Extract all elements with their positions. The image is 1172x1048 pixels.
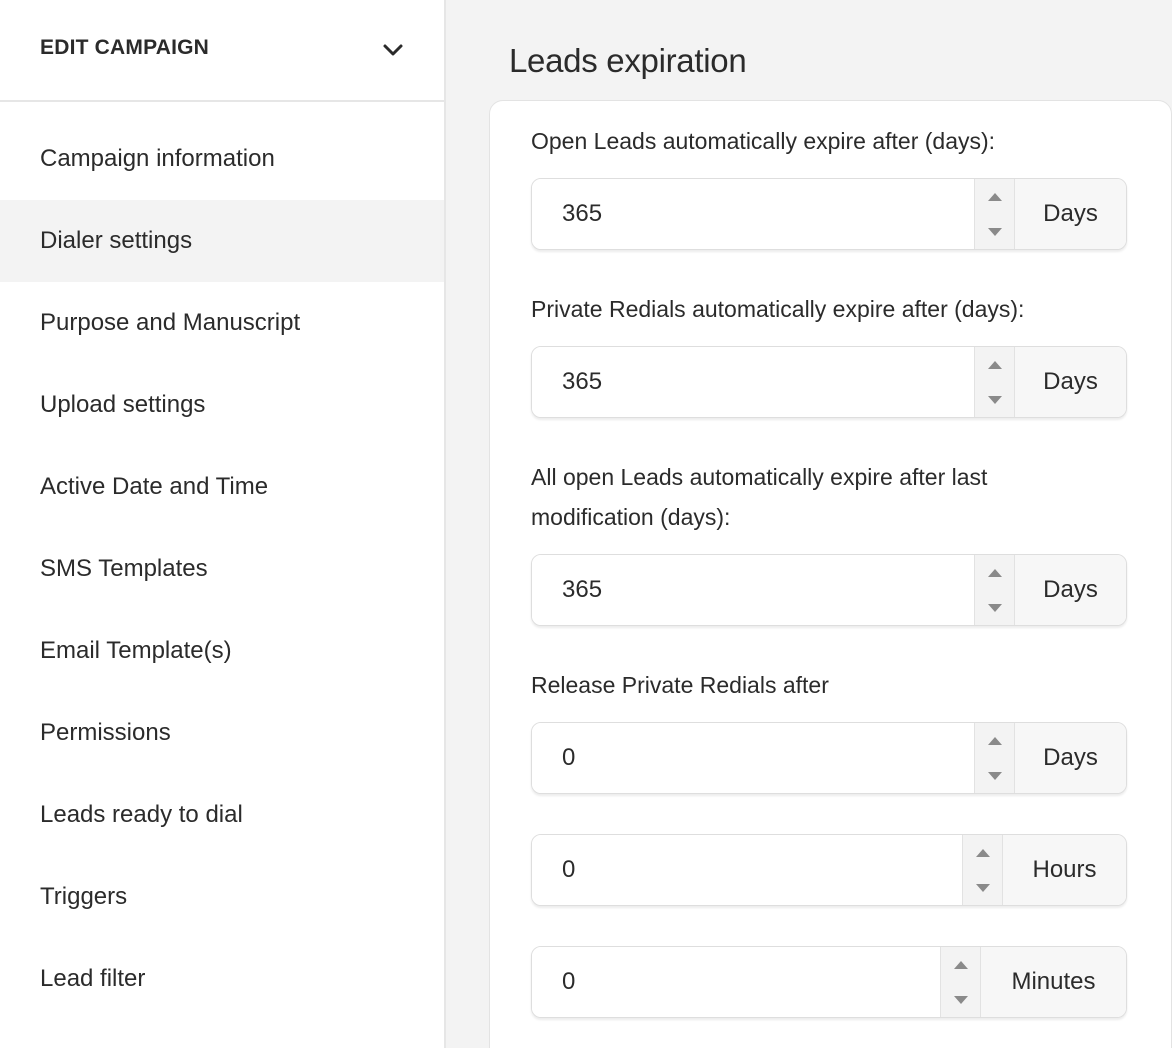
release-days-input-group: 0 Days (531, 722, 1127, 794)
private-redials-expire-input[interactable]: 365 (532, 347, 974, 417)
release-private-redials-label: Release Private Redials after (531, 672, 829, 698)
release-days-input[interactable]: 0 (532, 723, 974, 793)
all-open-leads-expire-label-line2: modification (days): (531, 504, 731, 530)
number-spinner (974, 179, 1014, 249)
all-open-leads-expire-label-line1: All open Leads automatically expire afte… (531, 464, 988, 490)
sidebar-item-label: SMS Templates (40, 555, 208, 582)
open-leads-expire-input[interactable]: 365 (532, 179, 974, 249)
release-hours-input-group: 0 Hours (531, 834, 1127, 906)
unit-addon: Days (1014, 723, 1126, 793)
caret-down-icon (987, 395, 1002, 404)
increment-button[interactable] (941, 947, 980, 982)
unit-addon: Days (1014, 347, 1126, 417)
section-title: Leads expiration (509, 42, 747, 79)
increment-button[interactable] (975, 555, 1014, 590)
sidebar-item-label: Dialer settings (40, 227, 193, 254)
all-open-leads-expire-input[interactable]: 365 (532, 555, 974, 625)
private-redials-expire-input-group: 365 Days (531, 346, 1127, 418)
caret-up-icon (987, 736, 1002, 745)
decrement-button[interactable] (963, 870, 1002, 905)
number-spinner (974, 347, 1014, 417)
number-spinner (940, 947, 980, 1017)
sidebar-item-label: Triggers (40, 883, 128, 910)
edit-campaign-dropdown[interactable]: EDIT CAMPAIGN (0, 0, 444, 102)
caret-up-icon (953, 960, 968, 969)
release-hours-input[interactable]: 0 (532, 835, 962, 905)
caret-up-icon (987, 192, 1002, 201)
unit-addon: Days (1014, 555, 1126, 625)
sidebar-item-active-date-and-time[interactable]: Active Date and Time (0, 446, 444, 528)
increment-button[interactable] (975, 723, 1014, 758)
caret-down-icon (953, 995, 968, 1004)
increment-button[interactable] (975, 179, 1014, 214)
unit-addon: Days (1014, 179, 1126, 249)
open-leads-expire-label: Open Leads automatically expire after (d… (531, 128, 996, 154)
release-minutes-input[interactable]: 0 (532, 947, 940, 1017)
decrement-button[interactable] (975, 214, 1014, 249)
sidebar-item-label: Active Date and Time (40, 473, 269, 500)
decrement-button[interactable] (941, 982, 980, 1017)
unit-addon: Hours (1002, 835, 1126, 905)
chevron-down-icon[interactable] (382, 43, 404, 57)
sidebar-item-label: Purpose and Manuscript (40, 309, 301, 336)
unit-addon: Minutes (980, 947, 1126, 1017)
sidebar-item-sms-templates[interactable]: SMS Templates (0, 528, 444, 610)
sidebar-item-purpose-and-manuscript[interactable]: Purpose and Manuscript (0, 282, 444, 364)
leads-expiration-card: Open Leads automatically expire after (d… (489, 100, 1172, 1048)
sidebar-item-upload-settings[interactable]: Upload settings (0, 364, 444, 446)
sidebar-item-campaign-information[interactable]: Campaign information (0, 118, 444, 200)
sidebar-item-label: Campaign information (40, 145, 275, 172)
sidebar: EDIT CAMPAIGN Campaign information Diale… (0, 0, 446, 1048)
main-content: Leads expiration Open Leads automaticall… (448, 0, 1172, 1048)
open-leads-expire-input-group: 365 Days (531, 178, 1127, 250)
caret-down-icon (987, 771, 1002, 780)
decrement-button[interactable] (975, 382, 1014, 417)
number-spinner (974, 723, 1014, 793)
increment-button[interactable] (975, 347, 1014, 382)
release-minutes-input-group: 0 Minutes (531, 946, 1127, 1018)
decrement-button[interactable] (975, 590, 1014, 625)
increment-button[interactable] (963, 835, 1002, 870)
sidebar-item-label: Upload settings (40, 391, 206, 418)
private-redials-expire-label: Private Redials automatically expire aft… (531, 296, 1025, 322)
caret-down-icon (987, 227, 1002, 236)
sidebar-item-label: Leads ready to dial (40, 801, 243, 828)
sidebar-item-leads-ready-to-dial[interactable]: Leads ready to dial (0, 774, 444, 856)
number-spinner (962, 835, 1002, 905)
caret-up-icon (987, 360, 1002, 369)
caret-down-icon (987, 603, 1002, 612)
caret-up-icon (987, 568, 1002, 577)
sidebar-item-label: Email Template(s) (40, 637, 232, 664)
sidebar-item-lead-filter[interactable]: Lead filter (0, 938, 444, 1020)
caret-up-icon (975, 848, 990, 857)
sidebar-item-dialer-settings[interactable]: Dialer settings (0, 200, 444, 282)
sidebar-nav: Campaign information Dialer settings Pur… (0, 102, 444, 1020)
edit-campaign-title: EDIT CAMPAIGN (40, 36, 210, 59)
all-open-leads-expire-input-group: 365 Days (531, 554, 1127, 626)
sidebar-item-label: Lead filter (40, 965, 146, 992)
sidebar-item-label: Permissions (40, 719, 171, 746)
decrement-button[interactable] (975, 758, 1014, 793)
sidebar-item-email-templates[interactable]: Email Template(s) (0, 610, 444, 692)
sidebar-item-permissions[interactable]: Permissions (0, 692, 444, 774)
sidebar-item-triggers[interactable]: Triggers (0, 856, 444, 938)
number-spinner (974, 555, 1014, 625)
caret-down-icon (975, 883, 990, 892)
